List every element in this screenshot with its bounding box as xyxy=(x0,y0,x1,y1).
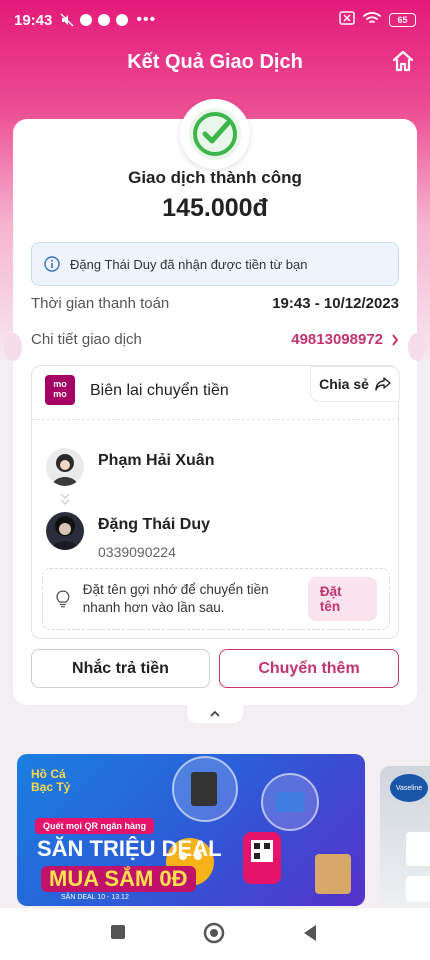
more-notifications-icon: ••• xyxy=(136,11,157,28)
sim-off-icon xyxy=(339,10,355,30)
status-bar: 19:43 ••• 65 xyxy=(0,0,430,40)
chevron-up-icon xyxy=(210,710,220,717)
messenger-icon xyxy=(80,14,93,26)
chevron-down-icon xyxy=(59,492,71,509)
success-badge xyxy=(180,99,250,169)
promo-banner-2[interactable]: Vaseline xyxy=(380,766,430,906)
system-navigation-bar xyxy=(0,908,430,960)
no-sound-icon xyxy=(60,13,74,27)
chevron-right-icon xyxy=(392,333,399,346)
transaction-detail-row[interactable]: Chi tiết giao dịch 49813098972 xyxy=(31,331,399,348)
receipt-title: Biên lai chuyển tiền xyxy=(90,382,229,399)
battery-icon: 65 xyxy=(389,13,416,27)
receiver-name: Đặng Thái Duy xyxy=(98,516,211,533)
share-label: Chia sẻ xyxy=(319,376,369,392)
banner-brand: Hồ Cá Bạc Tỷ xyxy=(31,768,70,794)
sender: Phạm Hải Xuân xyxy=(46,448,214,486)
info-banner: Đặng Thái Duy đã nhận được tiền từ bạn xyxy=(31,242,399,286)
remind-payment-button[interactable]: Nhắc trả tiền xyxy=(31,649,210,688)
success-title: Giao dịch thành công xyxy=(128,168,302,187)
share-icon xyxy=(375,377,391,391)
banner-brand-line: Bạc Tỷ xyxy=(31,780,71,794)
status-notification-icons xyxy=(60,13,129,27)
receiver-phone: 0339090224 xyxy=(98,544,176,560)
sender-avatar xyxy=(46,448,84,486)
momo-logo-text: mo xyxy=(53,389,67,399)
info-message: Đặng Thái Duy đã nhận được tiền từ bạn xyxy=(70,256,308,272)
info-icon xyxy=(44,256,60,272)
home-nav-button[interactable] xyxy=(203,922,225,949)
banner-headline: SĂN TRIỆU DEAL xyxy=(37,836,222,861)
suggestion-text: Đặt tên gợi nhớ để chuyển tiền nhanh hơn… xyxy=(82,582,269,615)
transaction-amount: 145.000đ xyxy=(162,194,268,222)
transaction-id: 49813098972 xyxy=(291,331,383,348)
sender-name: Phạm Hải Xuân xyxy=(98,452,215,469)
transaction-detail-label: Chi tiết giao dịch xyxy=(31,331,142,348)
back-button[interactable] xyxy=(302,924,318,947)
momo-logo-text: mo xyxy=(53,379,67,389)
ticket-notch xyxy=(4,333,22,361)
success-check-icon xyxy=(189,108,241,160)
brand-logo: Vaseline xyxy=(390,774,428,802)
set-nickname-button[interactable]: Đặt tên xyxy=(307,577,377,621)
payment-time-value: 19:43 - 10/12/2023 xyxy=(272,295,399,312)
receipt-header: mo mo Biên lai chuyển tiền Chia sẻ xyxy=(32,366,400,420)
promo-banner[interactable]: Hồ Cá Bạc Tỷ Quét mọi QR ngân hàng SĂN T… xyxy=(17,754,365,906)
nickname-suggestion: Đặt tên gợi nhớ để chuyển tiền nhanh hơn… xyxy=(42,568,390,630)
messenger-icon xyxy=(98,14,111,26)
receiver: Đặng Thái Duy 0339090224 xyxy=(46,512,210,560)
banner-headline-2: MUA SẮM 0Đ xyxy=(41,866,196,892)
banner-date: SĂN DEAL 10 - 13.12 xyxy=(61,894,129,901)
app-icon xyxy=(116,14,129,26)
page-header: Kết Quả Giao Dịch xyxy=(0,40,430,84)
ticket-notch xyxy=(408,333,426,361)
collapse-toggle[interactable] xyxy=(187,705,243,723)
share-button[interactable]: Chia sẻ xyxy=(310,366,400,402)
wifi-icon xyxy=(363,11,381,30)
payment-time-row: Thời gian thanh toán 19:43 - 10/12/2023 xyxy=(31,295,399,312)
page-title: Kết Quả Giao Dịch xyxy=(127,50,303,73)
transfer-more-button[interactable]: Chuyển thêm xyxy=(219,649,399,688)
banner-subtitle: Quét mọi QR ngân hàng xyxy=(35,818,154,834)
lightbulb-icon xyxy=(56,590,70,608)
transaction-id-link[interactable]: 49813098972 xyxy=(291,331,399,348)
transfer-receipt: mo mo Biên lai chuyển tiền Chia sẻ Phạm … xyxy=(31,365,400,639)
receiver-avatar xyxy=(46,512,84,550)
status-time: 19:43 xyxy=(14,11,53,29)
back-triangle-icon xyxy=(304,925,316,941)
recent-apps-button[interactable] xyxy=(110,924,126,945)
circle-icon xyxy=(203,922,225,944)
momo-logo: mo mo xyxy=(45,375,75,405)
home-button[interactable] xyxy=(390,48,416,74)
home-icon xyxy=(392,50,414,72)
payment-time-label: Thời gian thanh toán xyxy=(31,295,170,312)
square-icon xyxy=(111,925,125,939)
